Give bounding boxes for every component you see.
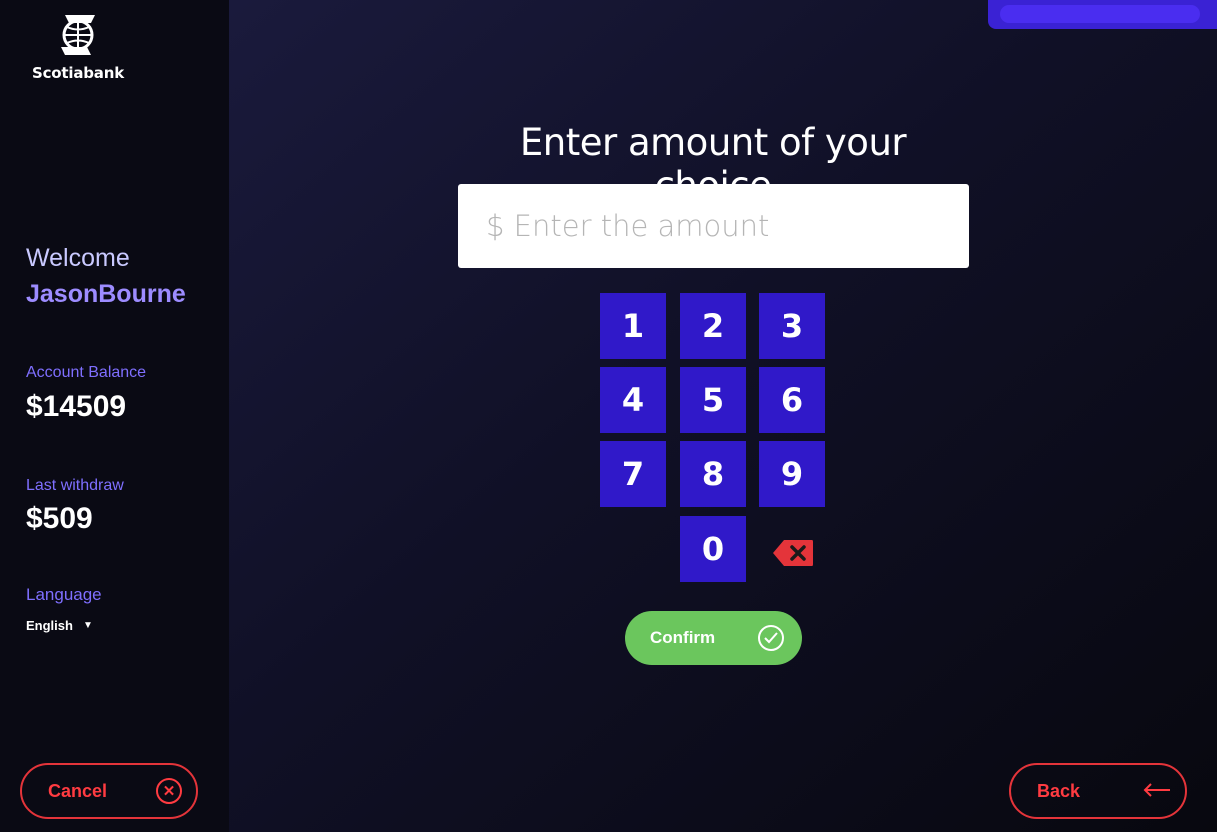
back-button[interactable]: Back xyxy=(1009,763,1187,819)
key-2[interactable]: 2 xyxy=(680,293,746,359)
close-circle-icon: ✕ xyxy=(156,778,182,804)
key-4[interactable]: 4 xyxy=(600,367,666,433)
language-value: English xyxy=(26,618,73,633)
key-9[interactable]: 9 xyxy=(759,441,825,507)
confirm-button[interactable]: Confirm xyxy=(625,611,802,665)
account-balance-label: Account Balance xyxy=(26,364,147,381)
key-5[interactable]: 5 xyxy=(680,367,746,433)
key-3[interactable]: 3 xyxy=(759,293,825,359)
scotiabank-logo: Scotiabank xyxy=(28,12,128,82)
key-0[interactable]: 0 xyxy=(680,516,746,582)
scotiabank-emblem-icon xyxy=(61,15,95,55)
arrow-left-icon xyxy=(1143,781,1171,802)
top-banner xyxy=(988,0,1217,29)
top-banner-pill xyxy=(1000,5,1200,23)
key-7[interactable]: 7 xyxy=(600,441,666,507)
back-label: Back xyxy=(1037,780,1081,801)
backspace-icon[interactable] xyxy=(772,539,814,572)
account-balance-value: $14509 xyxy=(26,390,127,423)
cancel-label: Cancel xyxy=(48,780,108,801)
check-circle-icon xyxy=(758,625,784,651)
key-8[interactable]: 8 xyxy=(680,441,746,507)
welcome-label: Welcome xyxy=(26,244,130,272)
key-1[interactable]: 1 xyxy=(600,293,666,359)
amount-input[interactable] xyxy=(458,184,969,268)
last-withdraw-label: Last withdraw xyxy=(26,477,124,494)
brand-name: Scotiabank xyxy=(32,64,124,82)
last-withdraw-value: $509 xyxy=(26,502,93,535)
key-6[interactable]: 6 xyxy=(759,367,825,433)
confirm-label: Confirm xyxy=(650,628,716,647)
language-select[interactable]: English ▼ xyxy=(26,618,93,633)
sidebar: Scotiabank Welcome JasonBourne Account B… xyxy=(0,0,229,832)
caret-down-icon: ▼ xyxy=(82,620,93,631)
username: JasonBourne xyxy=(26,280,186,308)
cancel-button[interactable]: Cancel ✕ xyxy=(20,763,198,819)
language-label: Language xyxy=(26,585,102,604)
